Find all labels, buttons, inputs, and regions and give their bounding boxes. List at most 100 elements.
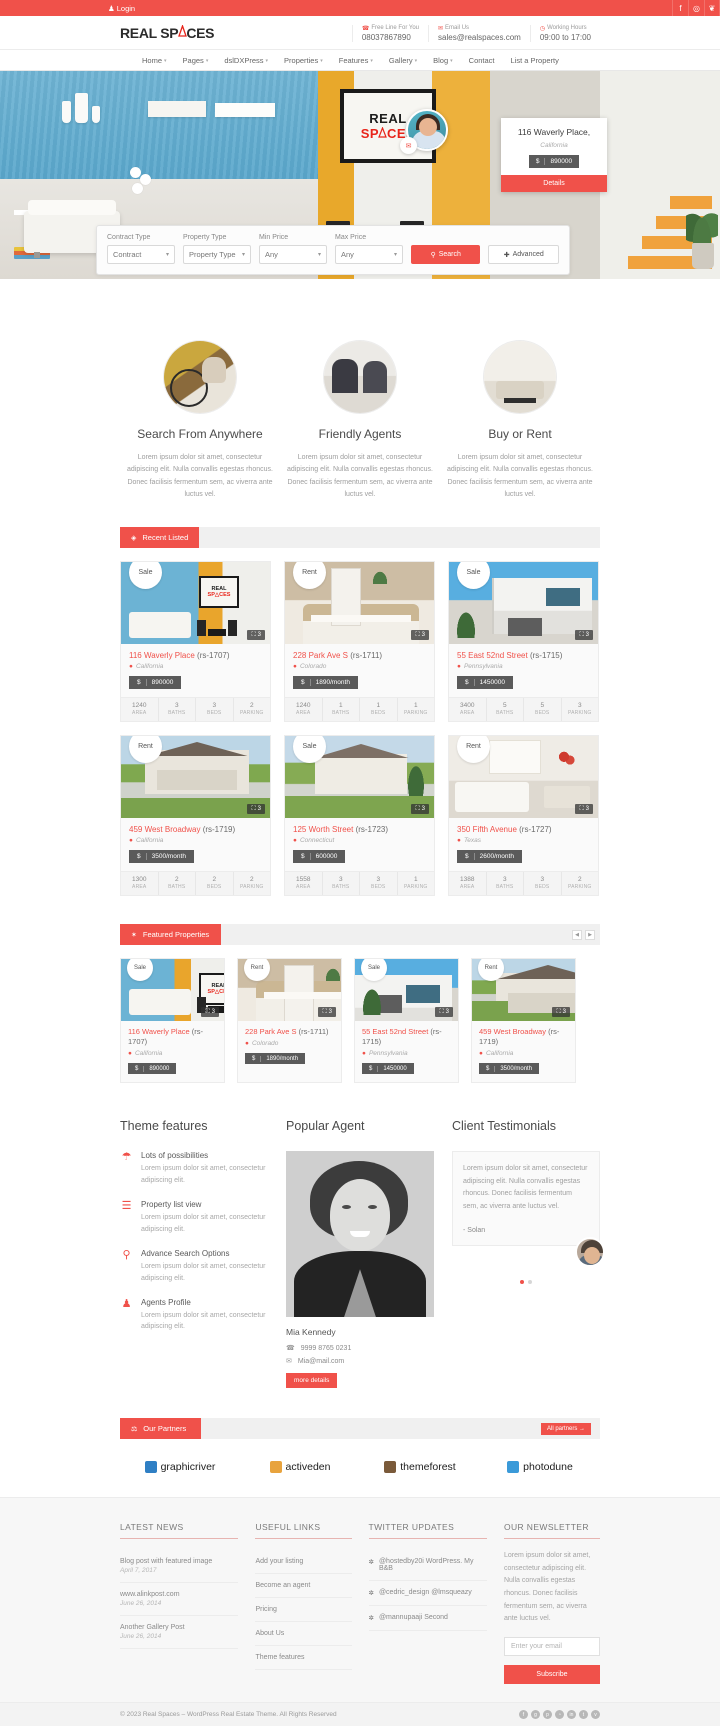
advanced-search-button[interactable]: ✚ Advanced bbox=[488, 245, 559, 264]
instagram-icon[interactable]: ◎ bbox=[688, 0, 704, 16]
footer-link-item[interactable]: Theme features bbox=[255, 1646, 352, 1671]
footer-tweet-item[interactable]: ✲ @cedric_design @lmsqueazy bbox=[368, 1581, 487, 1607]
footer-link-item[interactable]: Pricing bbox=[255, 1598, 352, 1623]
nav-item-properties[interactable]: Properties ▾ bbox=[276, 50, 331, 71]
feature-title: Property list view bbox=[141, 1200, 202, 1210]
featured-property-card[interactable]: Sale ⛶ 3 55 East 52nd Street (rs-1715) ●… bbox=[354, 958, 459, 1084]
property-title[interactable]: 459 West Broadway (rs-1719) bbox=[129, 825, 262, 834]
footer-link-item[interactable]: Add your listing bbox=[255, 1550, 352, 1575]
property-title[interactable]: 125 Worth Street (rs-1723) bbox=[293, 825, 426, 834]
search-button[interactable]: ⚲ Search bbox=[411, 245, 481, 264]
footer-link-item[interactable]: Become an agent bbox=[255, 1574, 352, 1599]
property-photo[interactable]: Rent ⛶ 3 bbox=[238, 959, 341, 1021]
chevron-left-icon[interactable]: ◀ bbox=[572, 929, 582, 940]
pinterest-icon[interactable]: p bbox=[543, 1710, 552, 1720]
nav-item-home[interactable]: Home ▾ bbox=[134, 50, 175, 71]
property-card[interactable]: Rent ⛶ 3 228 Park Ave S (rs-1711) ● Colo… bbox=[284, 561, 435, 722]
activeden-logo[interactable]: activeden bbox=[240, 1461, 360, 1474]
nav-item-contact[interactable]: Contact bbox=[461, 50, 503, 71]
featured-property-card[interactable]: Rent ⛶ 3 228 Park Ave S (rs-1711) ● Colo… bbox=[237, 958, 342, 1084]
property-title[interactable]: 228 Park Ave S (rs-1711) bbox=[245, 1027, 334, 1037]
property-type-select[interactable]: Property Type ▾ bbox=[183, 245, 251, 264]
rss-icon[interactable]: ◔ bbox=[555, 1710, 564, 1720]
property-photo[interactable]: Rent ⛶ 3 bbox=[285, 562, 434, 644]
agent-email[interactable]: ✉ Mia@mail.com bbox=[286, 1357, 434, 1366]
phone-value[interactable]: 08037867890 bbox=[362, 33, 419, 42]
twitter-icon: ✲ bbox=[368, 1590, 374, 1598]
themeforest-logo[interactable]: themeforest bbox=[360, 1461, 480, 1474]
property-card[interactable]: Sale ⛶ 3 55 East 52nd Street (rs-1715) ●… bbox=[448, 561, 599, 722]
all-partners-button[interactable]: All partners → bbox=[540, 1422, 591, 1435]
nav-item-gallery[interactable]: Gallery ▾ bbox=[381, 50, 425, 71]
graphicriver-logo[interactable]: graphicriver bbox=[120, 1461, 240, 1474]
property-photo[interactable]: Sale ⛶ 3 bbox=[285, 736, 434, 818]
nav-item-pages[interactable]: Pages ▾ bbox=[175, 50, 217, 71]
chevron-down-icon: ▾ bbox=[265, 57, 269, 64]
hero-details-button[interactable]: Details bbox=[501, 175, 607, 193]
contract-type-select[interactable]: Contract ▾ bbox=[107, 245, 175, 264]
property-title[interactable]: 55 East 52nd Street (rs-1715) bbox=[457, 651, 590, 660]
property-card[interactable]: REAL SP△CES Sale ⛶ 3 116 Waverly Place (r… bbox=[120, 561, 271, 722]
property-title[interactable]: 116 Waverly Place (rs-1707) bbox=[128, 1027, 217, 1047]
twitter-icon[interactable]: t bbox=[579, 1710, 588, 1720]
agents-meeting-photo bbox=[324, 341, 396, 413]
property-photo[interactable]: Rent ⛶ 3 bbox=[121, 736, 270, 818]
facebook-icon[interactable]: f bbox=[519, 1710, 528, 1720]
footer-news-item[interactable]: Blog post with featured image April 7, 2… bbox=[120, 1550, 239, 1584]
site-logo[interactable]: REAL SP CES bbox=[120, 25, 215, 41]
feature-text: Lorem ipsum dolor sit amet, consectetur … bbox=[141, 1214, 266, 1233]
property-title[interactable]: 459 West Broadway (rs-1719) bbox=[479, 1027, 568, 1047]
agent-phone[interactable]: ☎ 9999 8765 0231 bbox=[286, 1344, 434, 1353]
featured-property-card[interactable]: REALSP△CES Sale ⛶ 3 116 Waverly Place (r… bbox=[120, 958, 225, 1084]
nav-item-list-a-property[interactable]: List a Property bbox=[503, 50, 567, 71]
stat-parking: 2 PARKING bbox=[567, 876, 592, 890]
newsletter-email-input[interactable]: Enter your email bbox=[503, 1636, 600, 1656]
partners-tag: ⚖ Our Partners bbox=[120, 1418, 201, 1440]
chevron-down-icon: ▾ bbox=[414, 57, 418, 64]
testimonial-dot-1[interactable] bbox=[520, 1279, 524, 1284]
property-photo[interactable]: REALSP△CES Sale ⛶ 3 bbox=[121, 959, 224, 1021]
login-link[interactable]: ♟ Login bbox=[108, 4, 135, 13]
footer-news-item[interactable]: Another Gallery Post June 26, 2014 bbox=[120, 1616, 239, 1650]
nav-item-features[interactable]: Features ▾ bbox=[331, 50, 381, 71]
main-nav: Home ▾ Pages ▾ dslDXPress ▾ Properties ▾… bbox=[0, 50, 720, 71]
property-card[interactable]: Sale ⛶ 3 125 Worth Street (rs-1723) ● Co… bbox=[284, 735, 435, 896]
property-photo[interactable]: Rent ⛶ 3 bbox=[472, 959, 575, 1021]
property-card[interactable]: Rent ⛶ 3 350 Fifth Avenue (rs-1727) ● Te… bbox=[448, 735, 599, 896]
property-photo[interactable]: Sale ⛶ 3 bbox=[355, 959, 458, 1021]
nav-item-blog[interactable]: Blog ▾ bbox=[425, 50, 461, 71]
vimeo-icon[interactable]: v bbox=[591, 1710, 600, 1720]
property-title[interactable]: 350 Fifth Avenue (rs-1727) bbox=[457, 825, 590, 834]
partner-mark-icon bbox=[269, 1461, 282, 1474]
testimonial-dot-2[interactable] bbox=[528, 1279, 532, 1284]
property-photo[interactable]: REALSP△CES Sale ⛶ 3 bbox=[121, 562, 270, 644]
property-title[interactable]: 116 Waverly Place (rs-1707) bbox=[129, 651, 262, 660]
newsletter-subscribe-button[interactable]: Subscribe bbox=[503, 1664, 600, 1684]
linkedin-icon[interactable]: in bbox=[567, 1710, 576, 1720]
footer-link-item[interactable]: About Us bbox=[255, 1622, 352, 1647]
property-card[interactable]: Rent ⛶ 3 459 West Broadway (rs-1719) ● C… bbox=[120, 735, 271, 896]
facebook-icon[interactable]: f bbox=[672, 0, 688, 16]
hero-listing-card[interactable]: 116 Waverly Place, California $ 890000 D… bbox=[501, 118, 607, 193]
min-price-select[interactable]: Any ▾ bbox=[259, 245, 327, 264]
property-title[interactable]: 55 East 52nd Street (rs-1715) bbox=[362, 1027, 451, 1047]
nav-item-dsldxpress[interactable]: dslDXPress ▾ bbox=[216, 50, 276, 71]
google-plus-icon[interactable]: g bbox=[531, 1710, 540, 1720]
footer-news-item[interactable]: www.alinkpost.com June 26, 2014 bbox=[120, 1583, 239, 1617]
property-title[interactable]: 228 Park Ave S (rs-1711) bbox=[293, 651, 426, 660]
twitter-icon[interactable]: ❦ bbox=[704, 0, 720, 16]
chevron-right-icon[interactable]: ▶ bbox=[585, 929, 595, 940]
agent-more-details-button[interactable]: more details bbox=[286, 1373, 338, 1389]
max-price-select-label: Max Price bbox=[335, 234, 367, 241]
footer-tweet-item[interactable]: ✲ @mannupaaji Second bbox=[368, 1606, 487, 1632]
footer-tweet-item[interactable]: ✲ @hostedby20i WordPress. My B&B bbox=[368, 1550, 487, 1582]
map-pin-icon: ● bbox=[479, 1050, 483, 1058]
header-phone-block: ☎ Free Line For You 08037867890 bbox=[351, 24, 428, 42]
hero-mail-badge[interactable]: ✉ bbox=[400, 137, 417, 154]
property-photo[interactable]: Rent ⛶ 3 bbox=[449, 736, 598, 818]
featured-property-card[interactable]: Rent ⛶ 3 459 West Broadway (rs-1719) ● C… bbox=[471, 958, 576, 1084]
max-price-select[interactable]: Any ▾ bbox=[335, 245, 403, 264]
photodune-logo[interactable]: photodune bbox=[480, 1461, 600, 1474]
email-value[interactable]: sales@realspaces.com bbox=[438, 33, 521, 42]
property-photo[interactable]: Sale ⛶ 3 bbox=[449, 562, 598, 644]
